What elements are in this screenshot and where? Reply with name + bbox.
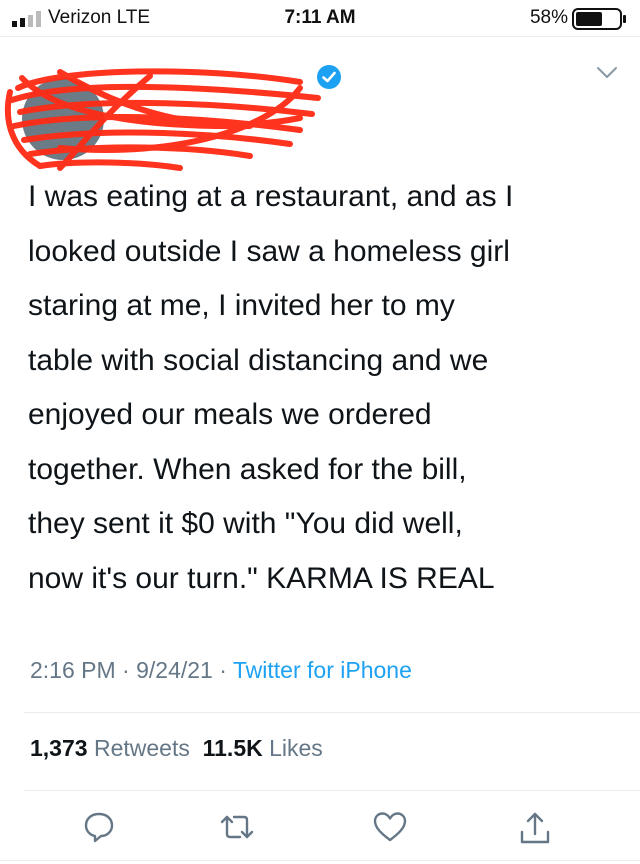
retweets-count: 1,373 <box>30 735 88 761</box>
likes-stat[interactable]: 11.5K Likes <box>203 735 323 761</box>
meta-separator: · <box>115 657 137 683</box>
retweets-label: Retweets <box>93 735 190 761</box>
reply-icon[interactable] <box>82 810 116 844</box>
bottom-divider <box>0 860 640 861</box>
tweet-text: I was eating at a restaurant, and as I l… <box>28 180 514 595</box>
tweet-source-link[interactable]: Twitter for iPhone <box>233 657 412 683</box>
status-bar: Verizon LTE 7:11 AM 58% <box>0 0 640 36</box>
like-icon[interactable] <box>372 810 408 844</box>
likes-label: Likes <box>269 735 323 761</box>
retweets-stat[interactable]: 1,373 Retweets <box>30 735 190 761</box>
tweet-time: 2:16 PM <box>30 657 116 683</box>
tweet-stats: 1,373 Retweets 11.5K Likes <box>30 735 323 762</box>
tweet-author-header <box>0 36 640 171</box>
meta-separator: · <box>212 657 233 683</box>
battery-icon <box>572 8 626 30</box>
likes-count: 11.5K <box>202 735 263 761</box>
tweet-action-bar <box>0 802 640 854</box>
stats-divider <box>24 790 640 791</box>
retweet-icon[interactable] <box>218 810 256 844</box>
share-icon[interactable] <box>518 810 552 846</box>
tweet-date: 9/24/21 <box>136 657 213 683</box>
tweet-meta: 2:16 PM · 9/24/21 · Twitter for iPhone <box>30 657 412 684</box>
chevron-down-icon[interactable] <box>596 66 618 80</box>
meta-divider <box>24 712 640 713</box>
verified-badge-icon <box>317 65 341 89</box>
battery-percent: 58% <box>529 7 568 28</box>
redaction-scribble <box>4 68 321 171</box>
